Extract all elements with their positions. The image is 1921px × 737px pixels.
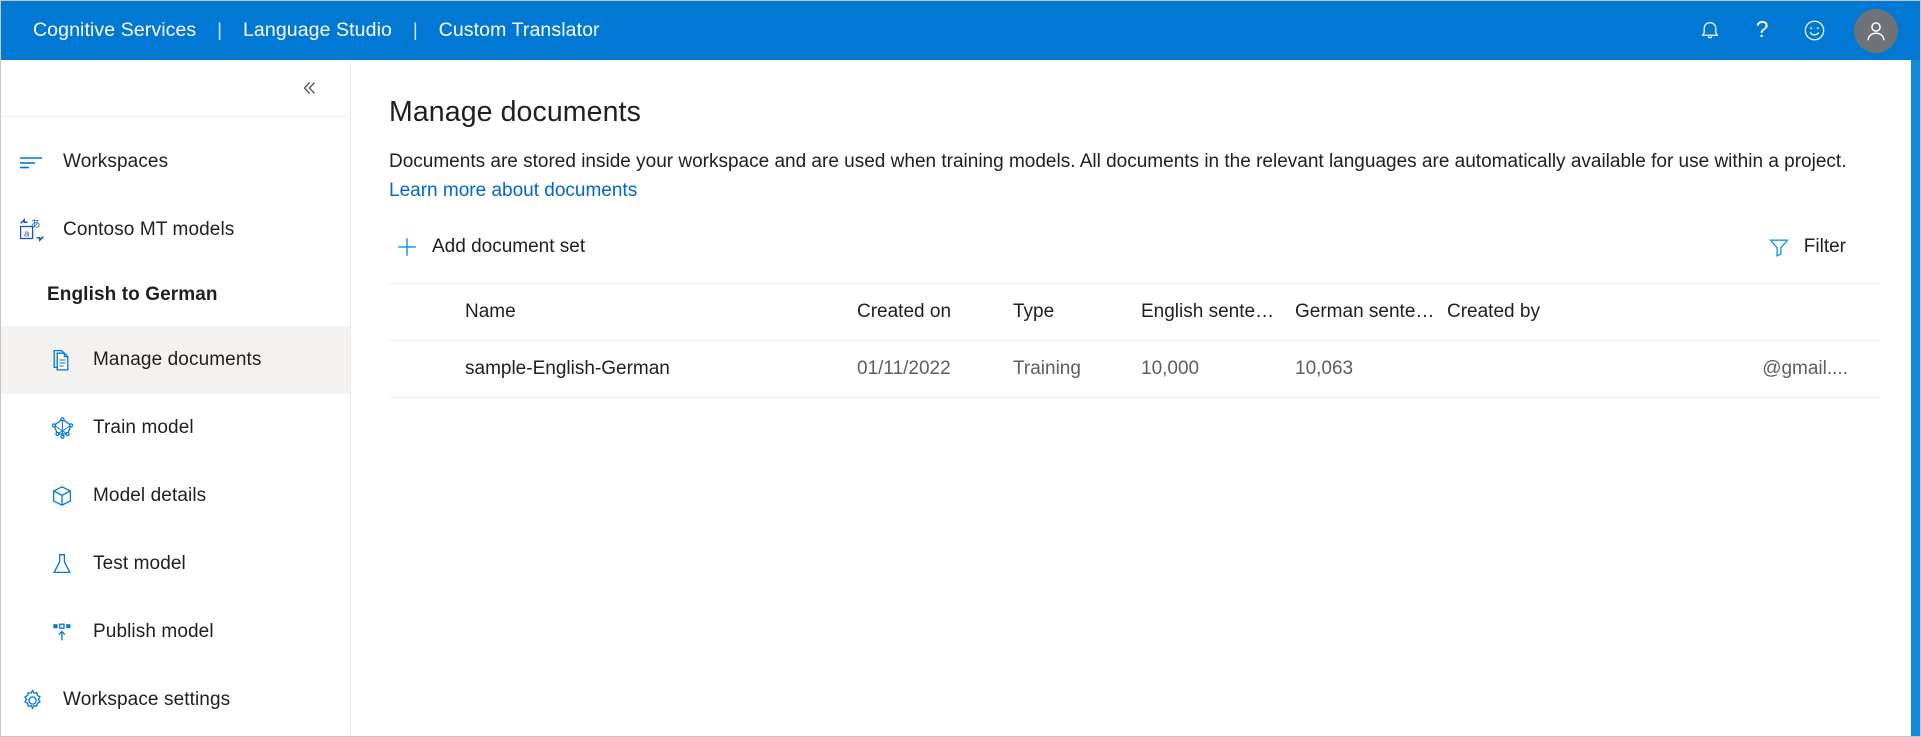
sidebar-item-label: Model details	[93, 485, 207, 506]
table-row[interactable]: sample-English-German 01/11/2022 Trainin…	[389, 341, 1880, 398]
publish-upload-icon	[47, 619, 77, 645]
add-document-set-button[interactable]: Add document set	[389, 231, 591, 263]
svg-text:a: a	[24, 228, 30, 239]
filter-label: Filter	[1803, 236, 1846, 257]
sidebar-item-label: Publish model	[93, 621, 214, 642]
notification-bell-icon[interactable]	[1684, 7, 1736, 55]
main-content-area: Manage documents Documents are stored in…	[351, 60, 1920, 736]
neural-network-icon	[47, 415, 77, 441]
command-bar: Add document set Filter	[389, 223, 1880, 271]
document-icon	[47, 347, 77, 373]
column-header-created-by[interactable]: Created by	[1447, 301, 1880, 323]
brand-custom-translator[interactable]: Custom Translator	[437, 19, 602, 42]
brand-language-studio[interactable]: Language Studio	[241, 19, 394, 42]
top-navigation-bar: Cognitive Services | Language Studio | C…	[1, 1, 1920, 60]
sidebar-navigation-list: Workspaces a あ Contoso MT models English…	[1, 117, 350, 734]
sidebar-item-model-details[interactable]: Model details	[1, 462, 350, 530]
sidebar-collapse-row	[1, 60, 350, 117]
flask-icon	[47, 551, 77, 577]
sidebar-item-contoso-mt-models[interactable]: a あ Contoso MT models	[1, 196, 350, 264]
sidebar-item-workspaces[interactable]: Workspaces	[1, 128, 350, 196]
cell-german-sentences: 10,063	[1295, 358, 1354, 379]
application-window: Cognitive Services | Language Studio | C…	[0, 0, 1921, 737]
page-title: Manage documents	[389, 96, 641, 128]
page-description: Documents are stored inside your workspa…	[389, 147, 1880, 205]
documents-table: Name Created on Type English sente… Germ…	[389, 283, 1880, 398]
translate-icon: a あ	[17, 217, 47, 243]
sidebar-item-label: Workspaces	[63, 151, 169, 172]
filter-button[interactable]: Filter	[1761, 231, 1852, 263]
funnel-filter-icon	[1767, 235, 1791, 259]
list-lines-icon	[17, 149, 47, 175]
column-header-type[interactable]: Type	[1013, 301, 1141, 323]
sidebar-item-workspace-settings[interactable]: Workspace settings	[1, 666, 350, 734]
brand-separator-2: |	[412, 20, 418, 40]
sidebar-item-test-model[interactable]: Test model	[1, 530, 350, 598]
svg-text:あ: あ	[31, 219, 41, 231]
collapse-sidebar-chevron-icon[interactable]	[292, 71, 326, 105]
feedback-smiley-icon[interactable]	[1788, 7, 1840, 55]
svg-text:?: ?	[1756, 18, 1769, 42]
top-bar-actions: ?	[1684, 7, 1898, 55]
plus-icon	[395, 235, 419, 259]
application-body: Workspaces a あ Contoso MT models English…	[1, 60, 1920, 736]
sidebar-item-label: Manage documents	[93, 349, 262, 370]
brand-separator-1: |	[217, 20, 222, 40]
brand-breadcrumb: Cognitive Services | Language Studio | C…	[31, 1, 602, 60]
add-document-set-label: Add document set	[432, 236, 586, 257]
page-scrollbar[interactable]	[1911, 60, 1920, 736]
cell-created-on: 01/11/2022	[857, 358, 951, 379]
package-box-icon	[47, 483, 77, 509]
column-header-german-sentences[interactable]: German sente…	[1295, 301, 1447, 323]
left-sidebar: Workspaces a あ Contoso MT models English…	[1, 60, 351, 736]
learn-more-link[interactable]: Learn more about documents	[389, 180, 637, 201]
page-description-text: Documents are stored inside your workspa…	[389, 151, 1847, 172]
cell-created-by: @gmail....	[1762, 358, 1848, 379]
brand-cognitive-services[interactable]: Cognitive Services	[31, 19, 198, 42]
cell-english-sentences: 10,000	[1141, 358, 1200, 379]
sidebar-item-label: Workspace settings	[63, 689, 231, 710]
sidebar-item-label: Contoso MT models	[63, 219, 235, 240]
sidebar-group-title-english-to-german: English to German	[47, 284, 218, 305]
sidebar-item-label: Test model	[93, 553, 186, 574]
sidebar-item-label: Train model	[93, 417, 194, 438]
column-header-english-sentences[interactable]: English sente…	[1141, 301, 1295, 323]
user-avatar[interactable]	[1854, 8, 1898, 53]
cell-type: Training	[1013, 358, 1081, 379]
sidebar-item-manage-documents[interactable]: Manage documents	[1, 326, 350, 394]
sidebar-item-publish-model[interactable]: Publish model	[1, 598, 350, 666]
sidebar-item-train-model[interactable]: Train model	[1, 394, 350, 462]
table-header-row: Name Created on Type English sente… Germ…	[389, 284, 1880, 341]
gear-icon	[17, 687, 47, 713]
help-question-icon[interactable]: ?	[1736, 7, 1788, 55]
column-header-name[interactable]: Name	[389, 301, 857, 323]
column-header-created-on[interactable]: Created on	[857, 301, 1013, 323]
cell-name: sample-English-German	[465, 358, 670, 379]
